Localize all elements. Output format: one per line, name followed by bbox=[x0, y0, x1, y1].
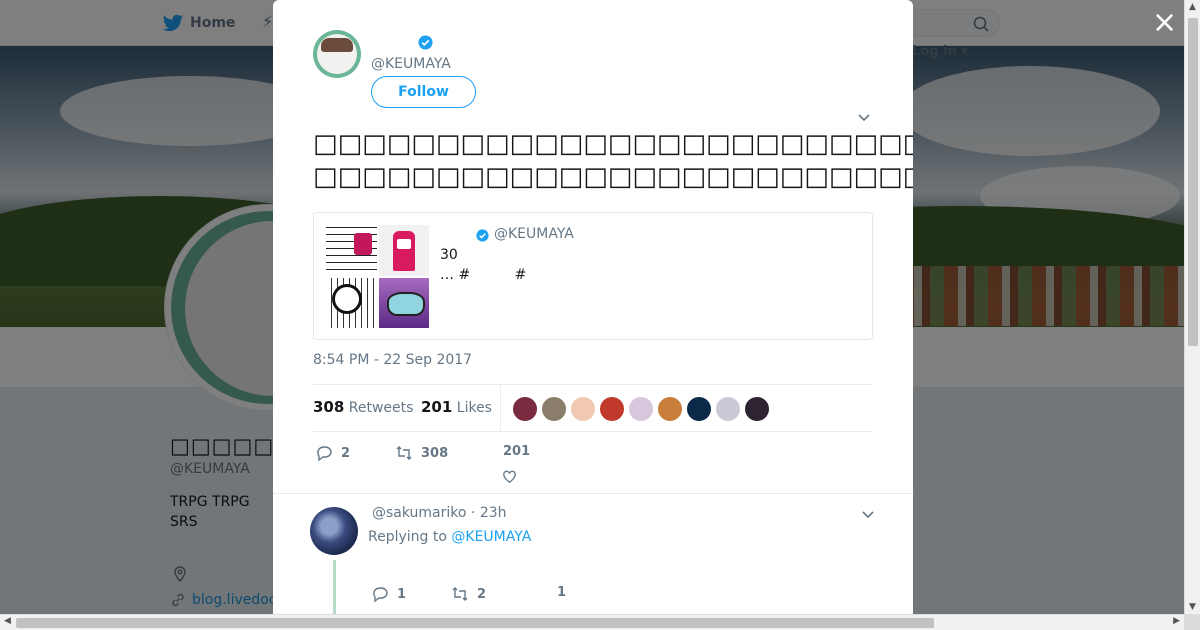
verified-badge-icon bbox=[476, 229, 489, 242]
liker-avatar[interactable] bbox=[744, 396, 770, 422]
liker-avatar[interactable] bbox=[686, 396, 712, 422]
retweet-button[interactable]: 2 bbox=[451, 585, 486, 603]
replying-to-prefix: Replying to bbox=[368, 529, 447, 545]
quoted-image bbox=[378, 225, 429, 276]
close-icon[interactable]: × bbox=[1152, 8, 1177, 38]
vertical-scrollbar-thumb[interactable] bbox=[1188, 18, 1198, 346]
liker-avatar[interactable] bbox=[715, 396, 741, 422]
likes-label: Likes bbox=[456, 400, 492, 416]
quoted-image bbox=[326, 277, 377, 328]
retweets-count: 308 bbox=[313, 398, 345, 416]
reply-avatar[interactable] bbox=[310, 507, 358, 555]
heart-icon[interactable] bbox=[501, 468, 518, 485]
quoted-tweet-media[interactable] bbox=[326, 225, 429, 328]
reply-count: 2 bbox=[341, 445, 351, 461]
reply-header: @sakumariko · 23h bbox=[372, 505, 507, 521]
reply-button[interactable]: 2 bbox=[315, 444, 350, 462]
vertical-scrollbar[interactable]: ▲ ▼ bbox=[1184, 0, 1200, 614]
liker-avatar[interactable] bbox=[570, 396, 596, 422]
tweet-stats: 308 Retweets 201 Likes bbox=[313, 384, 873, 432]
tweet-text: □□□□□□□□□□□□□□□□□□□□□□□□ □□□□□□□□□□□□□□□□… bbox=[313, 128, 913, 194]
like-count: 201 bbox=[503, 444, 531, 459]
liker-avatar[interactable] bbox=[512, 396, 538, 422]
follow-button[interactable]: Follow bbox=[371, 76, 476, 108]
reply-button[interactable]: 1 bbox=[371, 585, 406, 603]
retweet-icon bbox=[396, 446, 412, 460]
retweets-label: Retweets bbox=[348, 400, 414, 416]
reply-icon bbox=[317, 446, 332, 462]
liker-avatar[interactable] bbox=[628, 396, 654, 422]
tweet-text-line: □□□□□□□□□□□□□□□□□□□□□□□□□□□□□□□□□□□□□□□□ bbox=[313, 129, 913, 159]
author-avatar[interactable] bbox=[313, 30, 361, 78]
horizontal-scrollbar[interactable]: ◀ ▶ bbox=[0, 614, 1200, 630]
retweets-stat[interactable]: 308 Retweets bbox=[313, 398, 413, 416]
likes-stat[interactable]: 201 Likes bbox=[421, 398, 492, 416]
reply-reply-count: 1 bbox=[397, 586, 407, 602]
tweet-text-line: □□□□□□□□□□□□□□□□□□□□□□□□□□□□□□□□□□□□□ bbox=[313, 162, 913, 192]
tweet-timestamp[interactable]: 8:54 PM - 22 Sep 2017 bbox=[313, 352, 472, 368]
scrollbar-corner bbox=[1184, 614, 1200, 630]
retweet-button[interactable]: 308 bbox=[395, 444, 448, 462]
reply-time[interactable]: · 23h bbox=[471, 505, 507, 521]
like-button[interactable]: 1 bbox=[557, 585, 566, 600]
quoted-tweet-text: … # # bbox=[440, 267, 527, 283]
verified-badge-icon bbox=[418, 35, 433, 50]
quoted-tweet[interactable]: @KEUMAYA 30 … # # bbox=[313, 212, 873, 340]
retweet-icon bbox=[452, 587, 468, 601]
scroll-up-arrow-icon[interactable]: ▲ bbox=[1189, 2, 1196, 12]
like-button[interactable]: 201 bbox=[503, 444, 530, 459]
replying-to-handle[interactable]: @KEUMAYA bbox=[451, 529, 531, 545]
reply-handle[interactable]: @sakumariko bbox=[372, 505, 466, 521]
horizontal-scrollbar-thumb[interactable] bbox=[16, 618, 934, 628]
tweet-actions: 2 308 201 bbox=[313, 440, 873, 490]
quoted-image bbox=[326, 225, 377, 276]
thread-line bbox=[333, 560, 336, 614]
reply-tweet[interactable]: @sakumariko · 23h Replying to @KEUMAYA 1… bbox=[273, 493, 913, 614]
author-handle[interactable]: @KEUMAYA bbox=[371, 56, 451, 72]
reply-icon bbox=[373, 587, 388, 603]
liker-avatar[interactable] bbox=[657, 396, 683, 422]
retweet-count: 308 bbox=[421, 445, 449, 461]
scroll-down-arrow-icon[interactable]: ▼ bbox=[1189, 602, 1196, 612]
reply-like-count: 1 bbox=[557, 585, 567, 600]
chevron-down-icon[interactable] bbox=[861, 507, 875, 521]
scroll-right-arrow-icon[interactable]: ▶ bbox=[1173, 616, 1180, 626]
replying-to: Replying to @KEUMAYA bbox=[368, 529, 531, 545]
likes-count: 201 bbox=[421, 398, 453, 416]
tweet-modal: @KEUMAYA Follow □□□□□□□□□□□□□□□□□□□□□□□□… bbox=[273, 0, 913, 614]
scroll-left-arrow-icon[interactable]: ◀ bbox=[4, 616, 11, 626]
reply-retweet-count: 2 bbox=[477, 586, 487, 602]
liker-avatar[interactable] bbox=[541, 396, 567, 422]
chevron-down-icon[interactable] bbox=[857, 110, 871, 124]
stats-divider bbox=[500, 385, 501, 431]
liker-avatar[interactable] bbox=[599, 396, 625, 422]
quoted-tweet-handle: @KEUMAYA bbox=[494, 226, 574, 242]
quoted-image bbox=[378, 277, 429, 328]
quoted-tweet-text: 30 bbox=[440, 247, 458, 263]
likers-avatars bbox=[512, 396, 770, 422]
